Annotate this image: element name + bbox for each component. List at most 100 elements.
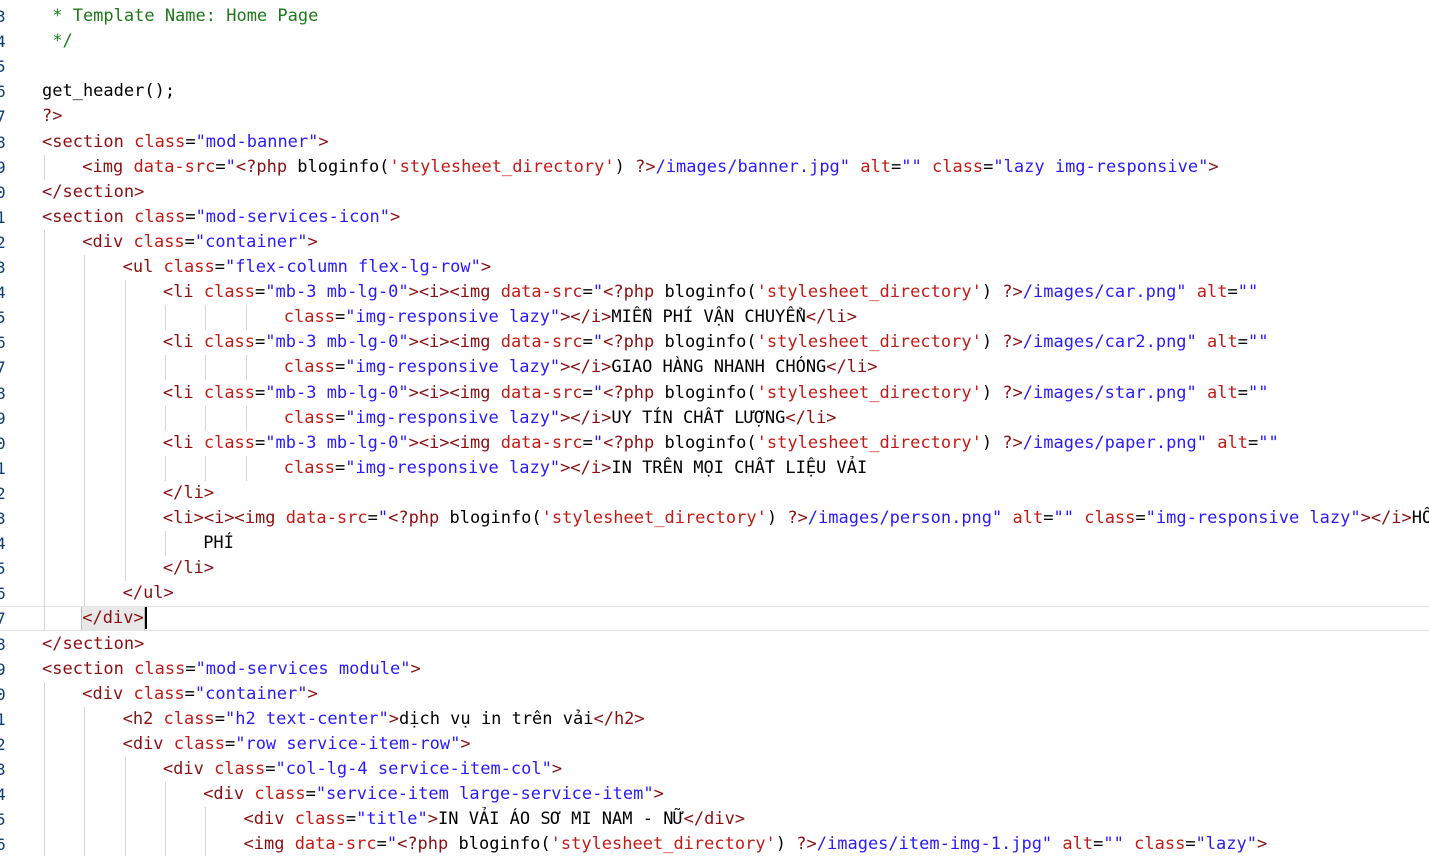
code-line[interactable]: PHÍ: [0, 531, 1429, 556]
code-line[interactable]: <li class="mb-3 mb-lg-0"><i><img data-sr…: [0, 330, 1429, 355]
code-token-str: ": [592, 332, 604, 353]
code-token-plain: =: [214, 708, 225, 729]
code-line[interactable]: <li class="mb-3 mb-lg-0"><i><img data-sr…: [0, 280, 1429, 305]
code-token-tag: </li>: [805, 307, 858, 328]
code-line[interactable]: [0, 54, 1429, 79]
code-line[interactable]: class="img-responsive lazy"></i>MIỄN PHÍ…: [0, 305, 1429, 330]
code-line[interactable]: class="img-responsive lazy"></i>GIAO HÀN…: [0, 355, 1429, 380]
code-token-plain: =: [185, 131, 196, 152]
code-token-attr: class: [134, 658, 186, 679]
code-token-attr: class: [294, 809, 346, 830]
code-line[interactable]: class="img-responsive lazy"></i>IN TRÊN …: [0, 456, 1429, 481]
code-token-tag: <img: [243, 834, 295, 855]
code-line[interactable]: </section>: [0, 180, 1429, 205]
code-token-php: ?>: [42, 106, 63, 127]
code-token-plain: =: [367, 508, 378, 528]
code-token-tag: <li: [162, 432, 204, 453]
code-token-tag: <div: [82, 683, 134, 704]
code-line[interactable]: get_header();: [0, 79, 1429, 104]
code-token-attr: class: [133, 231, 185, 252]
code-token-tag: <h2: [122, 708, 164, 729]
code-line[interactable]: </li>: [0, 481, 1429, 506]
code-token-plain: UY TÍN CHẤT LƯỢNG: [611, 407, 786, 428]
code-token-plain: =: [1237, 382, 1248, 403]
code-line[interactable]: <section class="mod-services module">: [0, 657, 1429, 682]
code-line[interactable]: <div class="row service-item-row">: [0, 732, 1429, 757]
code-line[interactable]: <li class="mb-3 mb-lg-0"><i><img data-sr…: [0, 431, 1429, 456]
code-token-str: "lazy": [1195, 834, 1257, 855]
code-line[interactable]: <div class="col-lg-4 service-item-col">: [0, 757, 1429, 782]
current-code-line[interactable]: </div>: [0, 606, 1429, 632]
code-line[interactable]: <div class="service-item large-service-i…: [0, 782, 1429, 807]
code-token-tag: >: [410, 658, 421, 679]
code-token-tag: ></i>: [1360, 508, 1412, 528]
code-editor[interactable]: 3456789012345678901234567890123456 * Tem…: [0, 0, 1429, 856]
code-token-php: <?php: [603, 382, 665, 403]
code-area[interactable]: * Template Name: Home Page */ get_header(…: [0, 0, 1429, 856]
code-line[interactable]: <div class="title">IN VẢI ÁO SƠ MI NAM -…: [0, 807, 1429, 832]
code-line[interactable]: </ul>: [0, 581, 1429, 606]
code-token-str: "col-lg-4 service-item-col": [275, 759, 552, 779]
code-token-tag: <li><i><img: [162, 508, 286, 528]
code-line[interactable]: <div class="container">: [0, 230, 1429, 255]
code-token-plain: bloginfo(: [449, 508, 542, 528]
code-line[interactable]: <section class="mod-services-icon">: [0, 205, 1429, 230]
code-line[interactable]: ?>: [0, 104, 1429, 129]
code-line[interactable]: </li>: [0, 556, 1429, 581]
code-token-plain: dịch vụ in trên vải: [399, 708, 594, 729]
code-token-php: <?php: [397, 834, 459, 855]
code-line[interactable]: <li><i><img data-src="<?php bloginfo('st…: [0, 506, 1429, 531]
code-line[interactable]: <ul class="flex-column flex-lg-row">: [0, 255, 1429, 280]
code-token-plain: =: [1247, 432, 1259, 453]
code-line[interactable]: class="img-responsive lazy"></i>UY TÍN C…: [0, 406, 1429, 431]
code-token-str: "lazy img-responsive": [993, 156, 1209, 177]
code-line[interactable]: <h2 class="h2 text-center">dịch vụ in tr…: [0, 707, 1429, 732]
code-line[interactable]: <section class="mod-banner">: [0, 130, 1429, 155]
code-token-str: "mb-3 mb-lg-0": [265, 432, 409, 453]
code-line[interactable]: <li class="mb-3 mb-lg-0"><i><img data-sr…: [0, 381, 1429, 406]
indent-guide: [164, 405, 166, 431]
code-token-attr: class: [203, 332, 256, 353]
code-token-tag: ></i>: [560, 357, 612, 378]
code-line[interactable]: */: [0, 29, 1429, 54]
code-token-str: /images/star.png": [1022, 382, 1197, 403]
code-line[interactable]: <img data-src="<?php bloginfo('styleshee…: [0, 155, 1429, 180]
code-token-phpstr: 'stylesheet_directory': [756, 382, 982, 403]
code-token-plain: =: [582, 332, 593, 353]
code-token-tag: >: [653, 784, 664, 805]
code-token-plain: IN TRÊN MỌI CHẤT LIỆU VẢI: [611, 457, 868, 478]
indent-guide: [84, 706, 86, 856]
text-cursor: [144, 607, 147, 630]
code-token-php: <?php: [388, 508, 450, 528]
code-line[interactable]: <div class="container">: [0, 682, 1429, 707]
code-token-tag: ></i>: [560, 457, 612, 478]
indent-guide: [205, 305, 207, 331]
indent-guide: [205, 405, 207, 431]
code-token-tag: </li>: [826, 357, 878, 378]
code-token-plain: =: [983, 156, 994, 177]
indent-guide: [245, 405, 247, 431]
indent-guide: [164, 455, 166, 481]
code-token-attr: class: [203, 382, 256, 403]
code-token-plain: ): [981, 332, 1003, 353]
code-token-plain: =: [334, 357, 346, 378]
code-line[interactable]: * Template Name: Home Page: [0, 4, 1429, 29]
indent-guide: [84, 255, 86, 607]
code-token-str: "mb-3 mb-lg-0": [265, 282, 409, 303]
indent-guide: [124, 757, 126, 856]
code-token-str: "img-responsive lazy": [345, 407, 561, 428]
code-token-attr: class: [214, 759, 266, 779]
code-token-tag: <img: [82, 156, 134, 177]
code-token-plain: =: [184, 683, 195, 704]
code-token-phpstr: 'stylesheet_directory': [756, 332, 982, 353]
code-line[interactable]: <img data-src="<?php bloginfo('styleshee…: [0, 832, 1429, 856]
code-token-tag: >: [307, 231, 318, 252]
code-token-str: "row service-item-row": [235, 733, 461, 754]
code-token-str: ": [386, 834, 398, 855]
code-line[interactable]: </section>: [0, 632, 1429, 657]
code-token-str: "": [1237, 282, 1259, 303]
